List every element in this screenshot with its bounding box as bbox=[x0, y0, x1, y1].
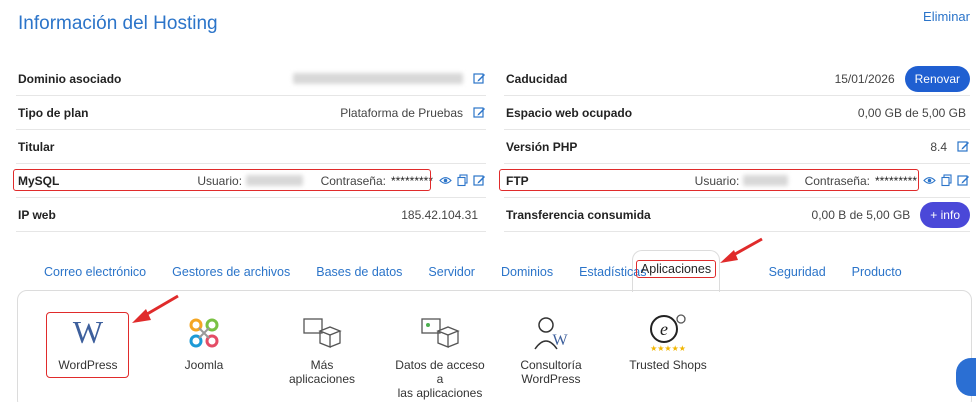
delete-link[interactable]: Eliminar bbox=[923, 9, 970, 24]
svg-text:W: W bbox=[552, 332, 568, 349]
app-more[interactable]: Más aplicaciones bbox=[276, 313, 368, 386]
renew-button[interactable]: Renovar bbox=[904, 65, 970, 92]
joomla-icon bbox=[189, 318, 219, 348]
edit-icon[interactable] bbox=[957, 140, 970, 153]
edit-icon[interactable] bbox=[473, 106, 486, 119]
app-label: Joomla bbox=[184, 358, 224, 372]
domain-value-redacted bbox=[293, 73, 463, 84]
row-space: Espacio web ocupado 0,00 GB de 5,00 GB bbox=[504, 96, 970, 130]
eye-icon[interactable] bbox=[923, 174, 936, 187]
app-label: Más aplicaciones bbox=[288, 358, 356, 386]
space-label: Espacio web ocupado bbox=[506, 105, 633, 120]
transfer-value: 0,00 B de 5,00 GB bbox=[811, 207, 911, 222]
tab-gestores[interactable]: Gestores de archivos bbox=[172, 265, 290, 279]
app-label-line1: Datos de acceso a bbox=[395, 358, 485, 386]
tab-dominios[interactable]: Dominios bbox=[501, 265, 553, 279]
owner-label: Titular bbox=[18, 139, 55, 154]
boxes-icon bbox=[303, 318, 342, 348]
service-tabs: Correo electrónico Gestores de archivos … bbox=[30, 253, 928, 291]
svg-text:e: e bbox=[660, 319, 668, 339]
row-transfer: Transferencia consumida 0,00 B de 5,00 G… bbox=[504, 198, 970, 232]
more-info-button[interactable]: + info bbox=[920, 201, 970, 228]
svg-text:★★★★★: ★★★★★ bbox=[650, 344, 686, 353]
edit-icon[interactable] bbox=[473, 72, 486, 85]
eye-icon[interactable] bbox=[439, 174, 452, 187]
tab-correo[interactable]: Correo electrónico bbox=[44, 265, 146, 279]
app-trusted-shops[interactable]: e ★★★★★ Trusted Shops bbox=[628, 313, 708, 372]
app-label-line2: las aplicaciones bbox=[397, 386, 483, 400]
row-plan: Tipo de plan Plataforma de Pruebas bbox=[16, 96, 486, 130]
app-access-data[interactable]: Datos de acceso a las aplicaciones bbox=[392, 313, 488, 400]
hosting-info-right: Caducidad 15/01/2026 Renovar Espacio web… bbox=[504, 62, 970, 232]
tab-producto[interactable]: Producto bbox=[852, 265, 902, 279]
ftp-highlight bbox=[499, 169, 919, 191]
edit-icon[interactable] bbox=[957, 174, 970, 187]
app-label-line1: Consultoría bbox=[520, 358, 582, 372]
access-boxes-icon bbox=[421, 318, 460, 348]
svg-text:W: W bbox=[73, 314, 104, 350]
arrow-icon bbox=[720, 237, 763, 263]
page-title: Información del Hosting bbox=[18, 13, 218, 34]
tab-bases-datos[interactable]: Bases de datos bbox=[316, 265, 402, 279]
row-php: Versión PHP 8.4 bbox=[504, 130, 970, 164]
ip-label: IP web bbox=[18, 207, 56, 222]
php-value: 8.4 bbox=[930, 139, 947, 154]
row-ip: IP web 185.42.104.31 bbox=[16, 198, 486, 232]
tab-aplicaciones[interactable]: Aplicaciones bbox=[636, 260, 716, 278]
row-domain: Dominio asociado bbox=[16, 62, 486, 96]
expiry-label: Caducidad bbox=[506, 71, 568, 86]
plan-label: Tipo de plan bbox=[18, 105, 89, 120]
app-label: WordPress bbox=[58, 358, 118, 372]
tab-seguridad[interactable]: Seguridad bbox=[769, 265, 826, 279]
row-owner: Titular bbox=[16, 130, 486, 164]
ip-value: 185.42.104.31 bbox=[401, 207, 478, 222]
mysql-highlight bbox=[13, 169, 431, 191]
app-label-line2: WordPress bbox=[521, 372, 581, 386]
plan-value: Plataforma de Pruebas bbox=[340, 105, 463, 120]
chat-badge[interactable] bbox=[956, 358, 976, 396]
trusted-shops-icon: e ★★★★★ bbox=[650, 314, 686, 353]
copy-icon[interactable] bbox=[940, 174, 953, 187]
edit-icon[interactable] bbox=[473, 174, 486, 187]
domain-label: Dominio asociado bbox=[18, 71, 122, 86]
transfer-label: Transferencia consumida bbox=[506, 207, 651, 222]
wordpress-icon: W bbox=[73, 314, 104, 350]
app-label: Trusted Shops bbox=[629, 358, 707, 372]
expiry-value: 15/01/2026 bbox=[834, 71, 895, 86]
app-consulting[interactable]: W Consultoría WordPress bbox=[514, 313, 588, 386]
space-value: 0,00 GB de 5,00 GB bbox=[857, 105, 966, 120]
app-wordpress[interactable]: W WordPress bbox=[52, 313, 124, 372]
hosting-info-left: Dominio asociado Tipo de plan Plataforma… bbox=[16, 62, 486, 232]
tab-servidor[interactable]: Servidor bbox=[428, 265, 475, 279]
copy-icon[interactable] bbox=[456, 174, 469, 187]
php-label: Versión PHP bbox=[506, 139, 578, 154]
consultant-icon: W bbox=[534, 317, 568, 350]
app-joomla[interactable]: Joomla bbox=[172, 313, 236, 372]
row-expiry: Caducidad 15/01/2026 Renovar bbox=[504, 62, 970, 96]
